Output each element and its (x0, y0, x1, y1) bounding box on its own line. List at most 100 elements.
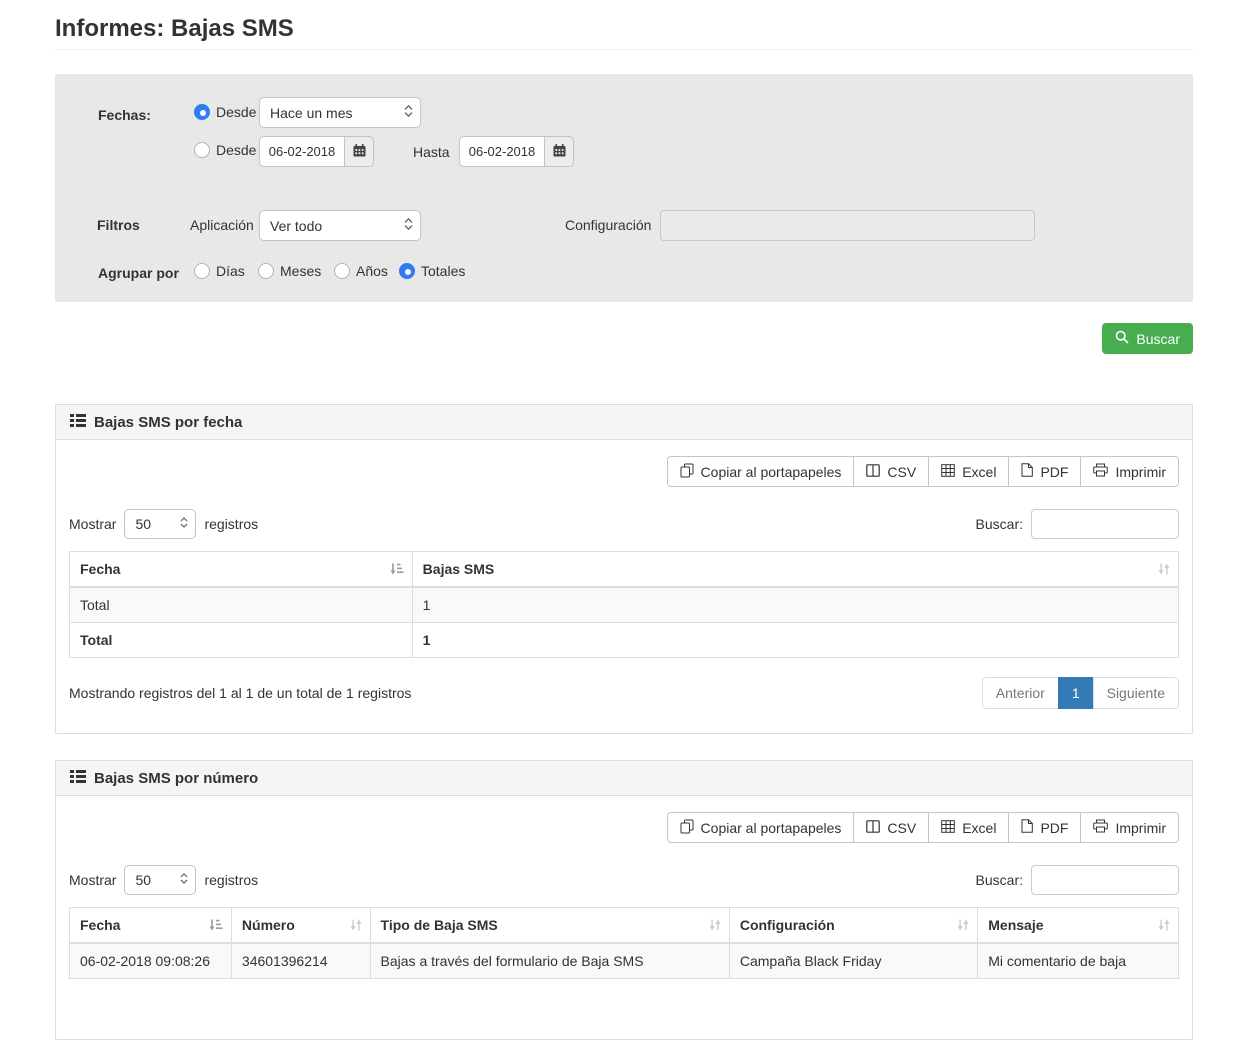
page-size-select[interactable]: 50 (124, 865, 196, 895)
radio-dias[interactable]: Días (194, 263, 245, 279)
print-button[interactable]: Imprimir (1080, 456, 1179, 487)
column-header-fecha[interactable]: Fecha (70, 552, 413, 588)
sort-both-icon (957, 919, 969, 931)
configuracion-label: Configuración (565, 217, 651, 233)
sort-both-icon (1158, 563, 1170, 575)
table-info-text: Mostrando registros del 1 al 1 de un tot… (69, 685, 411, 701)
table-search-input[interactable] (1031, 509, 1179, 539)
hasta-label: Hasta (413, 144, 450, 160)
stepper-icon (180, 872, 188, 888)
desde-date-group (259, 136, 374, 167)
radio-totales-label: Totales (421, 263, 465, 279)
aplicacion-label: Aplicación (190, 217, 254, 233)
table-search-control: Buscar: (976, 509, 1179, 539)
registros-label: registros (204, 516, 258, 532)
stepper-icon (180, 516, 188, 532)
mostrar-label: Mostrar (69, 872, 116, 888)
aplicacion-value: Ver todo (270, 218, 322, 234)
radio-anos[interactable]: Años (334, 263, 388, 279)
print-button[interactable]: Imprimir (1080, 812, 1179, 843)
copy-button[interactable]: Copiar al portapapeles (667, 456, 855, 487)
sort-both-icon (1158, 919, 1170, 931)
calendar-icon (353, 144, 366, 160)
buscar-label: Buscar: (976, 872, 1023, 888)
column-header-tipo[interactable]: Tipo de Baja SMS (370, 908, 729, 944)
columns-icon (866, 820, 880, 836)
column-header-fecha[interactable]: Fecha (70, 908, 232, 944)
stepper-icon (404, 217, 413, 234)
mostrar-label: Mostrar (69, 516, 116, 532)
columns-icon (866, 464, 880, 480)
copy-icon (680, 819, 694, 837)
radio-meses[interactable]: Meses (258, 263, 321, 279)
radio-unselected-icon (194, 142, 210, 158)
list-icon (70, 769, 86, 787)
radio-dias-label: Días (216, 263, 245, 279)
aplicacion-select[interactable]: Ver todo (259, 210, 421, 241)
table-search-input[interactable] (1031, 865, 1179, 895)
buscar-label: Buscar: (976, 516, 1023, 532)
search-button-row: Buscar (55, 323, 1193, 354)
page-length-control: Mostrar 50 registros (69, 865, 258, 895)
page-length-control: Mostrar 50 registros (69, 509, 258, 539)
radio-unselected-icon (334, 263, 350, 279)
sort-both-icon (350, 919, 362, 931)
filtros-label: Filtros (97, 217, 140, 233)
hasta-date-input[interactable] (459, 136, 544, 167)
radio-unselected-icon (258, 263, 274, 279)
radio-desde-preset-label: Desde (216, 104, 256, 120)
column-header-mensaje[interactable]: Mensaje (978, 908, 1179, 944)
calendar-icon (553, 144, 566, 160)
csv-button[interactable]: CSV (853, 456, 929, 487)
table-icon (941, 820, 955, 836)
copy-icon (680, 463, 694, 481)
radio-anos-label: Años (356, 263, 388, 279)
table-row: Total 1 (70, 587, 1179, 623)
registros-label: registros (204, 872, 258, 888)
page-size-select[interactable]: 50 (124, 509, 196, 539)
column-header-bajas-sms[interactable]: Bajas SMS (412, 552, 1178, 588)
pdf-button[interactable]: PDF (1008, 456, 1081, 487)
page-title: Informes: Bajas SMS (55, 0, 1193, 50)
buscar-button[interactable]: Buscar (1102, 323, 1193, 354)
hasta-date-group (459, 136, 574, 167)
table-search-control: Buscar: (976, 865, 1179, 895)
panel-fecha-title: Bajas SMS por fecha (94, 414, 242, 431)
bajas-por-numero-table: Fecha Número Tipo de Baja SMS Confi (69, 907, 1179, 979)
csv-button[interactable]: CSV (853, 812, 929, 843)
stepper-icon (404, 104, 413, 121)
pagination-page-1-button[interactable]: 1 (1058, 677, 1094, 709)
panel-bajas-por-fecha: Bajas SMS por fecha Copiar al portapapel… (55, 404, 1193, 734)
column-header-numero[interactable]: Número (231, 908, 370, 944)
date-preset-select[interactable]: Hace un mes (259, 97, 421, 128)
pagination-next-button[interactable]: Siguiente (1093, 677, 1179, 709)
radio-selected-icon (194, 104, 210, 120)
buscar-button-label: Buscar (1136, 331, 1180, 347)
panel-numero-heading: Bajas SMS por número (56, 761, 1192, 796)
configuracion-input[interactable] (660, 210, 1035, 241)
desde-calendar-button[interactable] (344, 136, 374, 167)
desde-date-input[interactable] (259, 136, 344, 167)
excel-button[interactable]: Excel (928, 456, 1009, 487)
agrupar-por-label: Agrupar por (98, 265, 179, 281)
panel-fecha-heading: Bajas SMS por fecha (56, 405, 1192, 440)
radio-selected-icon (399, 263, 415, 279)
panel-numero-title: Bajas SMS por número (94, 770, 258, 787)
export-button-group: Copiar al portapapeles CSV Excel PDF (667, 456, 1179, 487)
hasta-calendar-button[interactable] (544, 136, 574, 167)
excel-button[interactable]: Excel (928, 812, 1009, 843)
pagination-prev-button[interactable]: Anterior (982, 677, 1059, 709)
fechas-label: Fechas: (98, 107, 151, 123)
column-header-configuracion[interactable]: Configuración (729, 908, 977, 944)
radio-totales[interactable]: Totales (399, 263, 465, 279)
panel-bajas-por-numero: Bajas SMS por número Copiar al portapape… (55, 760, 1193, 1040)
table-row: 06-02-2018 09:08:26 34601396214 Bajas a … (70, 943, 1179, 979)
date-preset-value: Hace un mes (270, 105, 352, 121)
radio-desde-custom[interactable]: Desde (194, 142, 256, 158)
pdf-button[interactable]: PDF (1008, 812, 1081, 843)
pdf-file-icon (1021, 463, 1033, 480)
copy-button[interactable]: Copiar al portapapeles (667, 812, 855, 843)
radio-meses-label: Meses (280, 263, 321, 279)
radio-desde-custom-label: Desde (216, 142, 256, 158)
radio-desde-preset[interactable]: Desde (194, 104, 256, 120)
